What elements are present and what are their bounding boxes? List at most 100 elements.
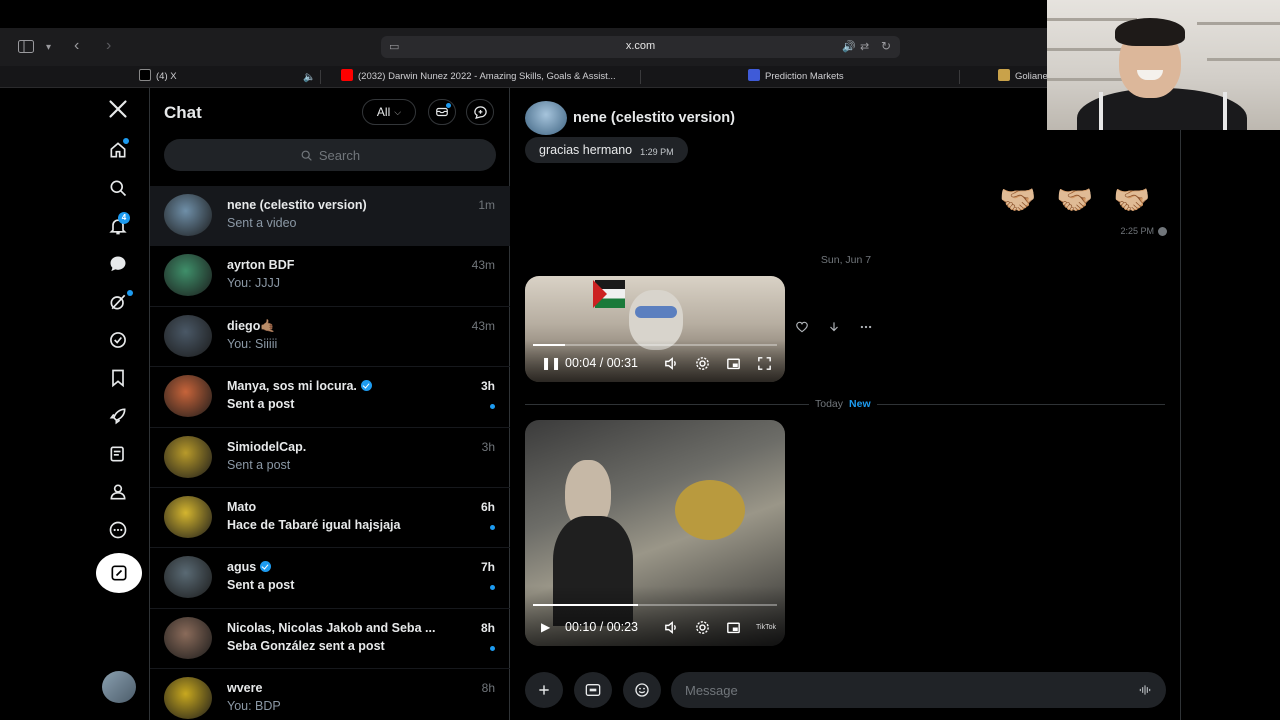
chat-row[interactable]: Manya, sos mi locura. Sent a post 3h — [150, 367, 510, 428]
chat-avatar — [164, 495, 212, 538]
new-chat-button[interactable] — [466, 99, 494, 125]
tab-x[interactable]: (4) X — [139, 66, 299, 88]
tab-youtube[interactable]: (2032) Darwin Nunez 2022 - Amazing Skill… — [341, 66, 636, 88]
today-label: Today — [815, 398, 844, 410]
message-input[interactable]: Message — [671, 672, 1166, 708]
chat-list-title: Chat — [164, 103, 202, 122]
voice-message-icon[interactable] — [1138, 683, 1152, 697]
compose-icon — [111, 565, 127, 581]
search-placeholder: Search — [318, 147, 361, 163]
conversation-title[interactable]: nene (celestito version) — [573, 110, 735, 126]
speaker-icon[interactable]: 🔊 — [842, 39, 856, 55]
tab-goliane[interactable]: Goliane — [998, 66, 1048, 88]
articles-icon[interactable] — [106, 442, 130, 466]
webcam-overlay — [1047, 0, 1280, 130]
gif-button[interactable] — [574, 672, 612, 708]
chat-preview: You: Siiiii — [227, 336, 278, 351]
video-progress[interactable] — [533, 344, 777, 346]
volume-icon[interactable] — [663, 355, 680, 372]
chat-time: 7h — [480, 560, 495, 575]
chat-row[interactable]: SimiodelCap. Sent a post 3h — [150, 428, 510, 488]
chat-avatar — [164, 194, 212, 236]
chevron-down-icon[interactable]: ▾ — [46, 40, 51, 56]
emoji-button[interactable] — [623, 672, 661, 708]
chat-time: 8h — [480, 620, 495, 635]
jacket-stripe — [1223, 92, 1227, 130]
chat-avatar — [164, 677, 212, 720]
sidebar-toggle-icon[interactable] — [18, 40, 34, 57]
tab-divider — [959, 70, 960, 84]
add-media-button[interactable] — [525, 672, 563, 708]
x-logo-icon — [139, 69, 151, 82]
volume-icon[interactable] — [663, 619, 680, 636]
message-placeholder: Message — [685, 683, 738, 698]
incoming-message[interactable]: gracias hermano 1:29 PM — [525, 137, 688, 163]
chat-row[interactable]: agus Sent a post 7h — [150, 548, 510, 609]
chat-avatar — [164, 435, 212, 478]
more-icon[interactable] — [106, 518, 130, 542]
unread-dot — [490, 404, 495, 410]
video-message[interactable]: ❚❚ 00:04 / 00:31 — [525, 276, 785, 382]
settings-icon[interactable] — [694, 355, 711, 372]
x-logo-icon[interactable] — [106, 97, 130, 121]
address-bar[interactable]: ▭ x.com 🔊 ⇄ ↻ — [381, 36, 900, 58]
verified-icon[interactable] — [106, 328, 130, 352]
pause-icon[interactable]: ❚❚ — [541, 356, 561, 370]
filter-dropdown[interactable]: All ⌵ — [362, 99, 416, 125]
tiktok-watermark: TikTok — [756, 624, 776, 631]
forward-icon[interactable]: › — [106, 38, 111, 54]
plus-icon — [539, 685, 549, 695]
person-hair-shape — [1115, 18, 1185, 46]
pip-icon[interactable] — [725, 355, 742, 372]
chat-name-text: Nicolas, Nicolas Jakob and Seba ... — [227, 620, 436, 635]
chat-row[interactable]: nene (celestito version) Sent a video 1m — [150, 186, 510, 247]
react-heart-icon[interactable] — [795, 320, 809, 334]
rocket-icon[interactable] — [106, 404, 130, 428]
home-unread-dot — [123, 138, 129, 144]
video-time: 00:04 / 00:31 — [565, 356, 638, 370]
chat-list-panel: Chat All ⌵ Search nene (celestito versio… — [149, 88, 510, 720]
conversation-avatar[interactable] — [525, 101, 567, 135]
conversation-list: nene (celestito version) Sent a video 1m ay… — [150, 186, 510, 720]
unread-dot — [490, 524, 495, 530]
more-horizontal-icon[interactable] — [859, 320, 873, 334]
notifications-badge: 4 — [118, 212, 130, 224]
jacket-stripe — [1099, 92, 1103, 130]
message-composer: Message — [525, 671, 1166, 709]
chat-row[interactable]: Nicolas, Nicolas Jakob and Seba ... Seba … — [150, 609, 510, 670]
conversation-panel: nene (celestito version) gracias hermano… — [511, 88, 1181, 720]
chat-row[interactable]: wvere You: BDP 8h — [150, 669, 510, 720]
play-icon[interactable]: ▶ — [541, 620, 550, 634]
chat-row[interactable]: Mato Hace de Tabaré igual hajsjaja 6h — [150, 488, 510, 549]
compose-post-button[interactable] — [96, 553, 142, 593]
chat-icon[interactable] — [106, 252, 130, 276]
chat-preview: Sent a post — [227, 578, 295, 593]
tab-prediction-markets[interactable]: Prediction Markets — [748, 66, 948, 88]
chat-name-text: ayrton BDF — [227, 258, 295, 273]
translate-icon[interactable]: ⇄ — [860, 39, 869, 55]
pip-icon[interactable] — [725, 619, 742, 636]
fullscreen-icon[interactable] — [756, 355, 773, 372]
requests-button[interactable] — [428, 99, 456, 125]
reload-icon[interactable]: ↻ — [881, 38, 891, 54]
bookmark-icon[interactable] — [106, 366, 130, 390]
account-avatar[interactable] — [102, 671, 136, 703]
chat-search-input[interactable]: Search — [164, 139, 496, 171]
video-progress[interactable] — [533, 604, 777, 606]
chat-avatar — [164, 616, 212, 659]
video-message[interactable]: ▶ 00:10 / 00:23 TikTok — [525, 420, 785, 646]
back-icon[interactable]: ‹ — [74, 38, 79, 54]
download-icon[interactable] — [827, 320, 841, 334]
shelf-shape — [1047, 48, 1127, 51]
grok-unread-dot — [127, 290, 133, 296]
profile-icon[interactable] — [106, 480, 130, 504]
flag-triangle — [593, 280, 607, 308]
mute-icon[interactable]: 🔈 — [303, 70, 315, 86]
filter-label: All — [376, 105, 391, 119]
chat-row[interactable]: ayrton BDF You: JJJJ 43m — [150, 246, 510, 307]
shelf-shape — [1047, 18, 1137, 21]
shelf-shape — [1197, 22, 1280, 25]
chat-row[interactable]: diego🤙🏽 You: Siiiii 43m — [150, 307, 510, 368]
search-icon[interactable] — [106, 176, 130, 200]
settings-icon[interactable] — [694, 619, 711, 636]
